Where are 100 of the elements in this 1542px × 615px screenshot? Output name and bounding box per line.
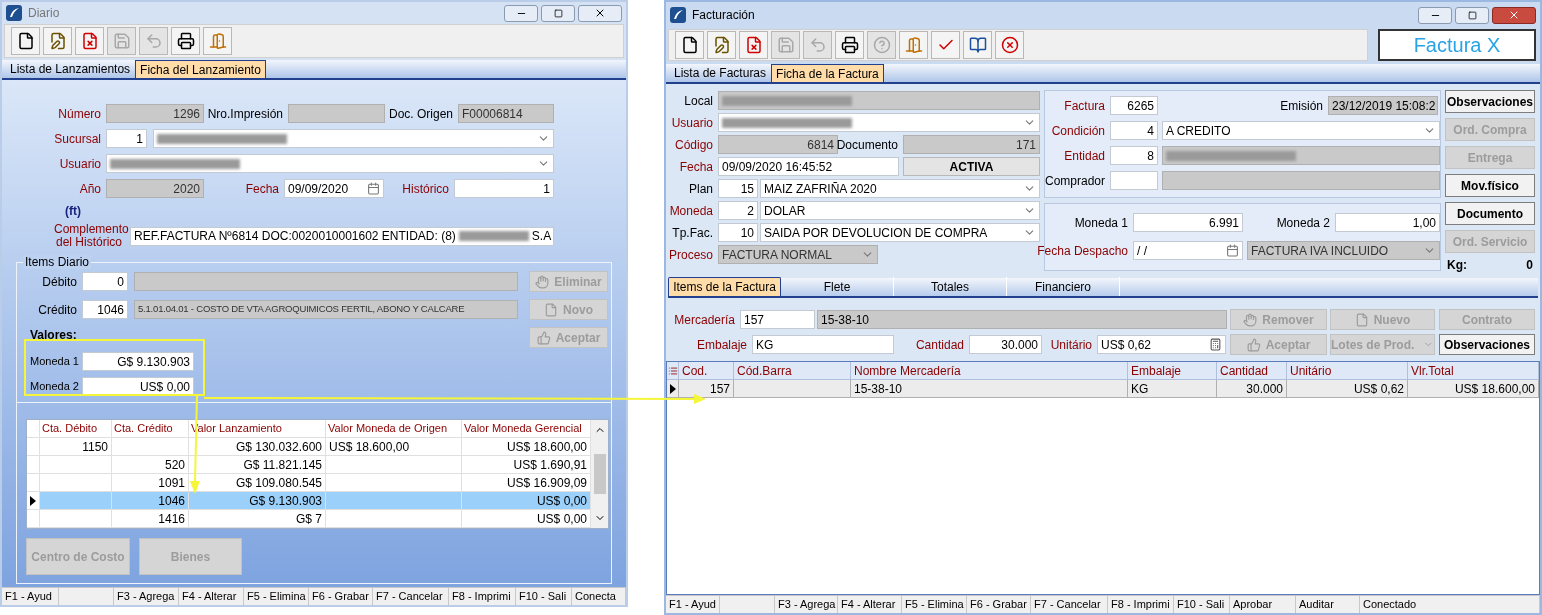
field-label: Documento [836,136,898,154]
status-text: F7 - Cancelar [376,589,443,605]
table-cell: 157 [679,380,734,398]
tab[interactable]: Lista de Facturas [670,64,771,82]
field-label: Moneda 2 [30,379,80,395]
input-field[interactable]: 1 [454,179,554,198]
minimize-button[interactable] [1418,6,1452,24]
status-text: F1 - Ayud [669,597,716,613]
input-field[interactable]: US$ 0,62 [1097,335,1226,354]
status-badge: ACTIVA [903,157,1040,176]
input-field[interactable]: 157 [740,310,815,329]
row-pointer-icon [30,495,36,506]
column-header: Valor Moneda de Origen [326,420,462,438]
save-icon [112,32,131,50]
table-cell: US$ 16.909,09 [462,474,591,492]
field-label: Usuario [671,114,713,132]
toolbar-button[interactable] [707,31,736,59]
toolbar-button[interactable] [675,31,704,59]
action-button[interactable]: Mov.físico [1445,174,1535,197]
calendar-icon [1226,244,1239,257]
tab[interactable]: Financiero [1007,277,1120,296]
status-text: F10 - Sali [519,589,567,605]
maximize-button[interactable] [541,4,575,22]
column-header: Cantidad [1217,362,1287,380]
tab[interactable]: Totales [894,277,1007,296]
input-field[interactable]: 2 [718,201,758,220]
scrollbar[interactable] [591,420,608,528]
dropdown-field[interactable] [718,113,1040,132]
input-field[interactable]: 10 [718,223,758,242]
date-field[interactable]: 09/09/2020 [284,179,384,198]
door-icon [208,32,227,50]
app-icon [6,5,22,21]
input-field[interactable]: 6.991 [1133,213,1243,232]
table-cell: 1150 [40,438,112,456]
status-text: F4 - Alterar [182,589,237,605]
table-cell: 1046 [112,492,189,510]
kg-value: 0 [1526,256,1533,274]
minimize-button[interactable] [504,4,538,22]
dropdown-field[interactable]: MAIZ ZAFRIÑA 2020 [760,179,1040,198]
input-field[interactable]: 4 [1110,121,1158,140]
action-button[interactable]: Documento [1445,202,1535,225]
input-field[interactable]: KG [752,335,894,354]
action-button[interactable]: Observaciones [1439,334,1535,355]
status-text: Conectado [1363,597,1417,613]
input-field[interactable]: 09/09/2020 16:45:52 [718,157,899,176]
dropdown-field[interactable]: SAIDA POR DEVOLUCION DE COMPRA [760,223,1040,242]
tab[interactable]: Items de la Factura [668,277,781,296]
file-pen-icon [712,36,731,54]
dropdown-field[interactable]: DOLAR [760,201,1040,220]
table-cell: G$ 9.130.903 [189,492,326,510]
tab[interactable]: Flete [781,277,894,296]
column-header: Embalaje [1128,362,1217,380]
status-text: F1 - Ayud [5,589,52,605]
input-field[interactable]: REF.FACTURA Nº6814 DOC:0020010001602 ENTIDAD: (8) S.A [130,226,554,246]
dropdown-field[interactable]: A CREDITO [1162,121,1440,140]
input-field[interactable]: 30.000 [969,335,1042,354]
input-field[interactable]: 15 [718,179,758,198]
status-text: Auditar [1299,597,1334,613]
dropdown-field[interactable] [153,129,554,148]
input-field[interactable]: 0 [82,272,128,291]
toolbar-button[interactable] [963,31,992,59]
field-label: Condición [1051,122,1105,140]
status-text: F3 - Agrega [778,597,836,613]
action-button[interactable]: Observaciones [1445,90,1535,113]
input-field[interactable]: 8 [1110,146,1158,165]
table-cell: US$ 0,00 [462,492,591,510]
status-text: Aprobar [1233,597,1273,613]
status-text: Conecta [575,589,616,605]
field-label: Sucursal [54,130,101,148]
row-selector[interactable] [667,380,679,398]
maximize-button[interactable] [1455,6,1489,24]
maximize-icon [553,8,563,18]
column-header: Vlr.Total [1408,362,1539,380]
input-field[interactable]: 1046 [82,300,128,319]
field-label: Emisión [1280,97,1323,115]
dropdown-field[interactable] [106,154,554,173]
status-text: F3 - Agrega [117,589,175,605]
input-field[interactable]: 1,00 [1335,213,1440,232]
input-field[interactable] [1110,171,1158,190]
toolbar-button[interactable] [43,27,72,55]
row-pointer-icon [669,383,676,394]
file-pen-icon [48,32,67,50]
date-field[interactable]: / / [1133,241,1243,260]
input-field[interactable]: 1 [106,129,147,148]
input-field[interactable]: G$ 9.130.903 [82,352,194,371]
tab[interactable]: Ficha de la Factura [771,64,884,82]
field-label: Fecha [679,158,713,176]
window-title: Diario [28,5,60,22]
toolbar-button[interactable] [835,31,864,59]
tab[interactable]: Lista de Lanzamientos [6,60,135,78]
thumbs-up-icon [536,330,551,345]
close-button[interactable] [1492,6,1536,24]
tab[interactable]: Ficha del Lanzamiento [135,60,266,78]
hand-icon [1243,312,1258,327]
table-cell: G$ 11.821.145 [189,456,326,474]
toolbar-button[interactable] [171,27,200,55]
field-label: Fecha [245,180,279,198]
printer-icon [176,32,195,50]
input-field[interactable]: 6265 [1110,96,1158,115]
toolbar-button[interactable] [11,27,40,55]
